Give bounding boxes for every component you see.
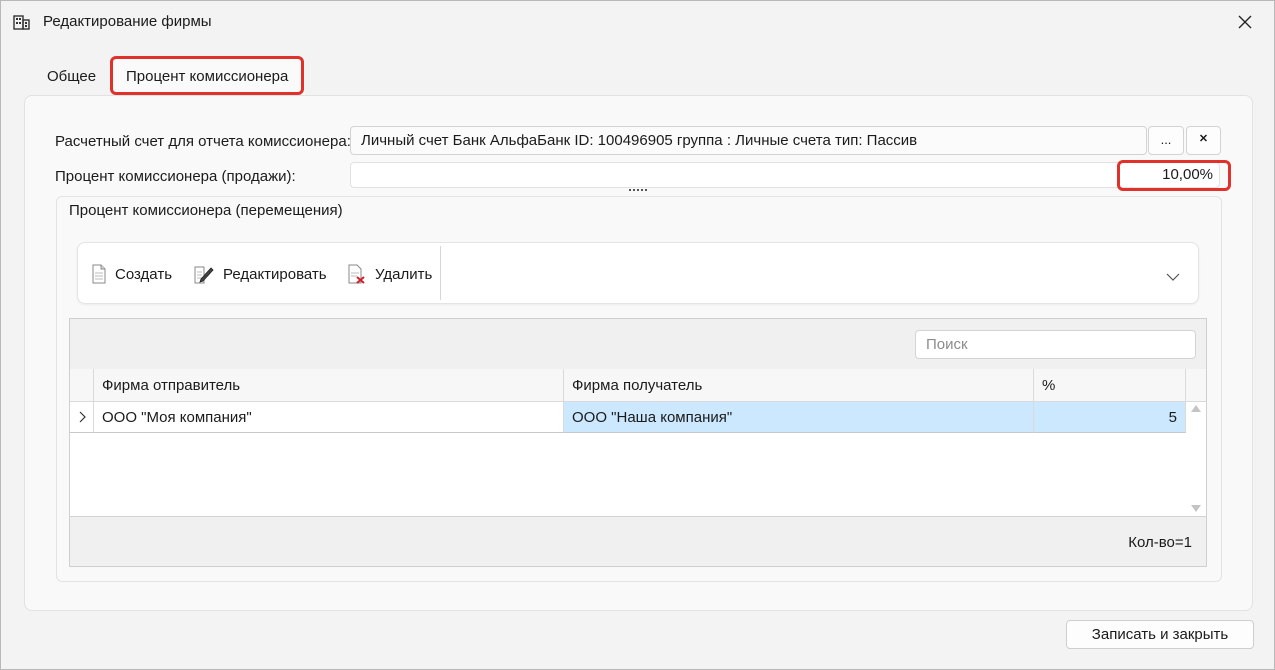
account-field[interactable]: Личный счет Банк АльфаБанк ID: 100496905… xyxy=(350,126,1147,155)
title-bar: Редактирование фирмы xyxy=(1,1,1274,43)
edit-pencil-icon xyxy=(194,266,214,284)
delete-label: Удалить xyxy=(375,265,433,283)
create-button[interactable]: Создать xyxy=(91,263,172,285)
clear-icon: ✕ xyxy=(1198,133,1209,145)
edit-label: Редактировать xyxy=(223,265,327,283)
vertical-scrollbar[interactable] xyxy=(1186,402,1206,516)
toolbar-separator xyxy=(440,246,441,300)
chevron-down-icon xyxy=(1166,273,1180,281)
account-label: Расчетный счет для отчета комиссионера: xyxy=(55,133,351,150)
table-cell-receiver[interactable]: ООО "Наша компания" xyxy=(564,402,1034,433)
row-count: Кол-во=1 xyxy=(1128,534,1192,551)
clear-account-button[interactable]: ✕ xyxy=(1186,126,1221,155)
close-icon xyxy=(1238,15,1252,29)
toolbar-expand-button[interactable] xyxy=(1166,269,1180,286)
edit-button[interactable]: Редактировать xyxy=(193,263,327,285)
scroll-down-icon xyxy=(1191,505,1201,512)
percent-sales-label: Процент комиссионера (продажи): xyxy=(55,168,296,185)
group-title: Процент комиссионера (перемещения) xyxy=(69,202,343,219)
delete-document-icon xyxy=(348,264,365,284)
grid-footer: Кол-во=1 xyxy=(70,516,1206,566)
window-title: Редактирование фирмы xyxy=(43,13,212,30)
column-header-receiver[interactable]: Фирма получатель xyxy=(564,369,1034,402)
chevron-right-icon xyxy=(79,411,86,423)
row-indicator-header xyxy=(70,369,94,402)
close-button[interactable] xyxy=(1216,1,1274,43)
table-cell-sender[interactable]: ООО "Моя компания" xyxy=(94,402,564,433)
tab-highlight-box xyxy=(110,56,304,95)
percent-sales-field[interactable] xyxy=(350,162,1220,188)
percent-highlight-box xyxy=(1117,160,1231,191)
new-document-icon xyxy=(92,264,106,284)
scroll-up-icon xyxy=(1191,405,1201,412)
search-input[interactable]: Поиск xyxy=(915,330,1196,359)
current-row-indicator[interactable] xyxy=(70,402,94,433)
column-header-percent[interactable]: % xyxy=(1034,369,1186,402)
splitter-handle[interactable] xyxy=(629,189,647,195)
create-label: Создать xyxy=(115,265,173,283)
building-icon xyxy=(13,13,31,31)
save-and-close-button[interactable]: Записать и закрыть xyxy=(1066,620,1254,649)
edit-firm-window: Редактирование фирмы Общее Процент комис… xyxy=(0,0,1275,670)
delete-button[interactable]: Удалить xyxy=(347,263,432,285)
header-spacer xyxy=(1186,369,1206,402)
table-cell-percent[interactable]: 5 xyxy=(1034,402,1186,433)
tab-general[interactable]: Общее xyxy=(47,59,96,95)
browse-account-button[interactable]: ... xyxy=(1148,126,1184,155)
column-header-sender[interactable]: Фирма отправитель xyxy=(94,369,564,402)
